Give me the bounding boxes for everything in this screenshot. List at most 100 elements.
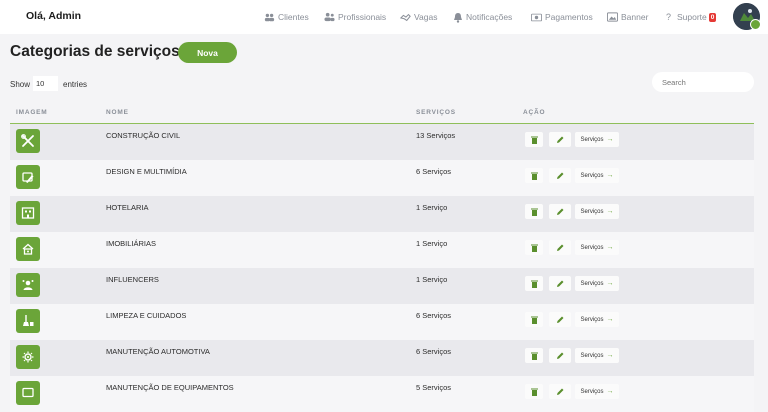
nav-pagamentos[interactable]: Pagamentos <box>531 10 593 24</box>
trash-icon <box>530 352 538 360</box>
table-row: HOTELARIA 1 Serviço Serviços → <box>10 196 754 232</box>
services-link[interactable]: Serviços → <box>575 348 619 363</box>
nav-banner[interactable]: Banner <box>607 10 648 24</box>
edit-button[interactable] <box>549 132 571 147</box>
nav-vagas[interactable]: Vagas <box>400 10 437 24</box>
table-row: MANUTENÇÃO AUTOMOTIVA 6 Serviços Serviço… <box>10 340 754 376</box>
services-link[interactable]: Serviços → <box>575 276 619 291</box>
edit-button[interactable] <box>549 168 571 183</box>
category-name: MANUTENÇÃO AUTOMOTIVA <box>106 347 210 356</box>
pencil-icon <box>557 316 564 323</box>
entries-label: entries <box>63 80 88 89</box>
services-link[interactable]: Serviços → <box>575 384 619 399</box>
arrow-right-icon: → <box>606 208 614 215</box>
category-name: LIMPEZA E CUIDADOS <box>106 311 187 320</box>
influencer-icon <box>16 273 40 297</box>
nav-label: Profissionais <box>338 12 387 22</box>
trash-icon <box>530 244 538 252</box>
table-row: IMOBILIÁRIAS 1 Serviço Serviços → <box>10 232 754 268</box>
col-servicos: SERVIÇOS <box>416 109 456 116</box>
services-link[interactable]: Serviços → <box>575 312 619 327</box>
nav-label: Banner <box>621 12 649 22</box>
cleaning-icon <box>16 309 40 333</box>
nav-label: Suporte <box>677 12 707 22</box>
car-gear-icon <box>16 345 40 369</box>
category-name: MANUTENÇÃO DE EQUIPAMENTOS <box>106 383 234 392</box>
service-count: 6 Serviços <box>416 167 452 176</box>
services-link[interactable]: Serviços → <box>575 204 619 219</box>
nav-label: Pagamentos <box>545 12 593 22</box>
service-count: 1 Serviço <box>416 275 448 284</box>
edit-button[interactable] <box>549 276 571 291</box>
bell-icon <box>452 12 463 23</box>
nav-label: Notificações <box>466 12 513 22</box>
edit-button[interactable] <box>549 312 571 327</box>
nav-profissionais[interactable]: Profissionais <box>324 10 386 24</box>
service-count: 5 Serviços <box>416 383 452 392</box>
question-icon: ? <box>665 12 671 22</box>
image-icon <box>607 12 618 23</box>
pencil-icon <box>557 244 564 251</box>
service-count: 13 Serviços <box>416 131 456 140</box>
delete-button[interactable] <box>525 240 543 255</box>
services-link[interactable]: Serviços → <box>575 132 619 147</box>
pencil-icon <box>557 208 564 215</box>
money-icon <box>531 12 542 23</box>
trash-icon <box>530 208 538 216</box>
delete-button[interactable] <box>525 312 543 327</box>
services-link[interactable]: Serviços → <box>575 168 619 183</box>
col-imagem: IMAGEM <box>16 109 48 116</box>
trash-icon <box>530 388 538 396</box>
arrow-right-icon: → <box>606 352 614 359</box>
delete-button[interactable] <box>525 132 543 147</box>
edit-button[interactable] <box>549 384 571 399</box>
delete-button[interactable] <box>525 168 543 183</box>
arrow-right-icon: → <box>606 244 614 251</box>
trash-icon <box>530 172 538 180</box>
pencil-icon <box>557 388 564 395</box>
trash-icon <box>530 136 538 144</box>
greeting: Olá, Admin <box>26 10 82 22</box>
arrow-right-icon: → <box>606 316 614 323</box>
arrow-right-icon: → <box>606 136 614 143</box>
edit-button[interactable] <box>549 348 571 363</box>
trash-icon <box>530 280 538 288</box>
design-icon <box>16 165 40 189</box>
nav-clientes[interactable]: Clientes <box>264 10 309 24</box>
page-title: Categorias de serviços <box>10 43 180 60</box>
edit-button[interactable] <box>549 240 571 255</box>
pencil-icon <box>557 136 564 143</box>
services-link[interactable]: Serviços → <box>575 240 619 255</box>
table-row: MANUTENÇÃO DE EQUIPAMENTOS 5 Serviços Se… <box>10 376 754 412</box>
table-row: LIMPEZA E CUIDADOS 6 Serviços Serviços → <box>10 304 754 340</box>
col-nome: NOME <box>106 109 129 116</box>
category-name: INFLUENCERS <box>106 275 159 284</box>
nav-suporte[interactable]: ? Suporte 0 <box>663 10 717 24</box>
delete-button[interactable] <box>525 348 543 363</box>
professionals-icon <box>324 12 335 23</box>
tools-icon <box>16 129 40 153</box>
service-count: 1 Serviço <box>416 203 448 212</box>
new-category-button[interactable]: Nova <box>178 42 237 63</box>
delete-button[interactable] <box>525 204 543 219</box>
real-estate-icon <box>16 237 40 261</box>
edit-button[interactable] <box>549 204 571 219</box>
gear-icon[interactable] <box>750 19 761 30</box>
show-label: Show <box>10 80 31 89</box>
nav-notificacoes[interactable]: Notificações <box>452 10 512 24</box>
trash-icon <box>530 316 538 324</box>
delete-button[interactable] <box>525 384 543 399</box>
nav-label: Clientes <box>278 12 309 22</box>
handshake-icon <box>400 12 411 23</box>
equipment-icon <box>16 381 40 405</box>
nav-label: Vagas <box>414 12 438 22</box>
arrow-right-icon: → <box>606 172 614 179</box>
entries-select[interactable]: 10 <box>33 76 58 91</box>
delete-button[interactable] <box>525 276 543 291</box>
hotel-icon <box>16 201 40 225</box>
category-name: HOTELARIA <box>106 203 149 212</box>
category-name: IMOBILIÁRIAS <box>106 239 157 248</box>
search-input[interactable] <box>652 72 754 92</box>
arrow-right-icon: → <box>606 388 614 395</box>
service-count: 1 Serviço <box>416 239 448 248</box>
